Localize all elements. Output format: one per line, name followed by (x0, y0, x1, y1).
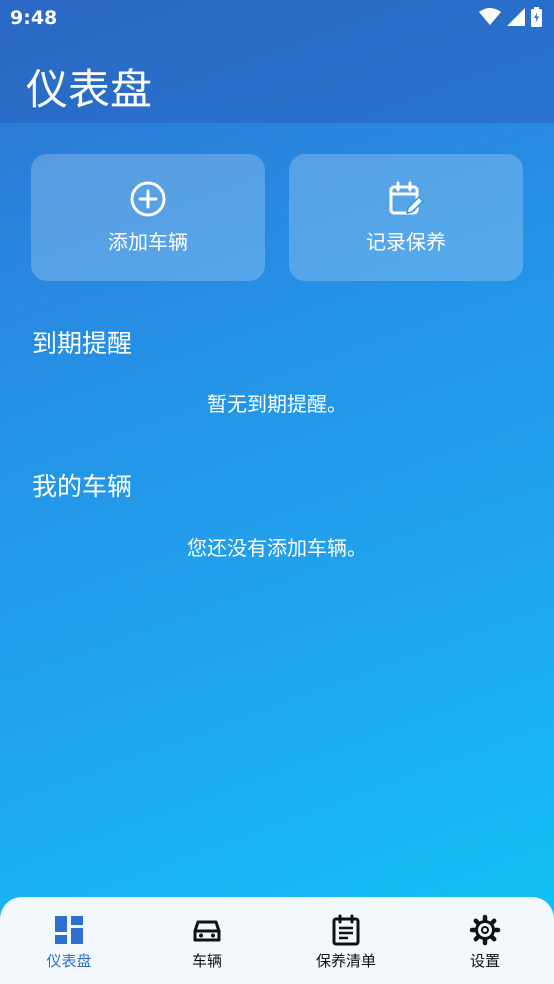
nav-item-dashboard[interactable]: 仪表盘 (0, 897, 138, 984)
nav-label-vehicles: 车辆 (191, 952, 222, 970)
dashboard-icon (55, 916, 83, 944)
record-maintenance-button[interactable]: 记录保养 (289, 154, 523, 281)
battery-icon (531, 7, 542, 27)
bottom-navigation: 仪表盘 车辆 保养清单 设置 (0, 897, 554, 984)
nav-item-settings[interactable]: 设置 (416, 897, 554, 984)
vehicles-empty-text: 您还没有添加车辆。 (187, 536, 367, 560)
add-vehicle-label: 添加车辆 (108, 230, 188, 254)
app-bar: 仪表盘 (0, 38, 554, 123)
page-title: 仪表盘 (26, 65, 153, 114)
wifi-icon (479, 8, 501, 25)
nav-label-settings: 设置 (469, 952, 500, 970)
signal-icon (507, 8, 525, 26)
vehicles-title: 我的车辆 (32, 472, 133, 501)
record-maintenance-label: 记录保养 (366, 230, 446, 254)
nav-label-dashboard: 仪表盘 (46, 952, 92, 970)
car-icon (193, 920, 221, 942)
nav-item-vehicles[interactable]: 车辆 (138, 897, 276, 984)
reminders-empty-text: 暂无到期提醒。 (207, 392, 347, 416)
gear-icon (469, 914, 501, 946)
nav-label-checklist: 保养清单 (315, 952, 376, 970)
status-bar: 9:48 (0, 0, 554, 38)
reminders-title: 到期提醒 (32, 329, 133, 358)
add-vehicle-button[interactable]: 添加车辆 (31, 154, 265, 281)
status-time: 9:48 (10, 7, 58, 29)
calendar-edit-icon (389, 181, 425, 215)
nav-item-checklist[interactable]: 保养清单 (277, 897, 415, 984)
add-circle-icon (130, 181, 166, 217)
status-icons (479, 7, 542, 27)
checklist-icon (332, 914, 360, 946)
